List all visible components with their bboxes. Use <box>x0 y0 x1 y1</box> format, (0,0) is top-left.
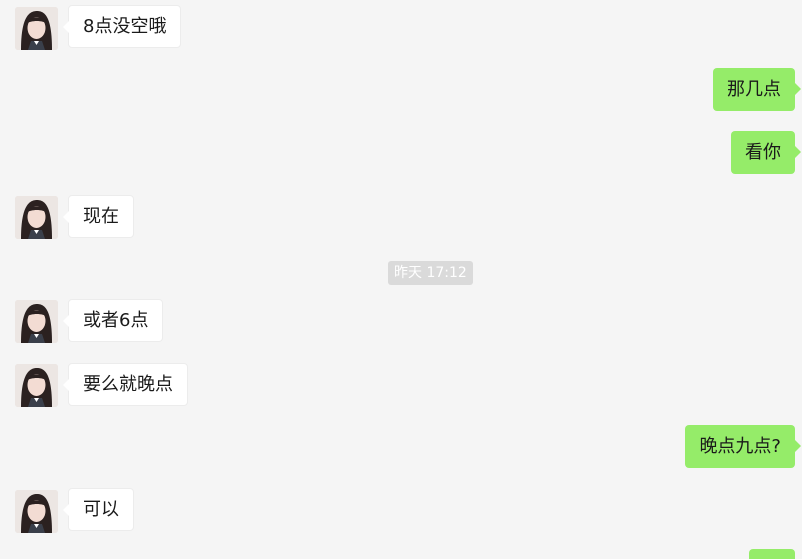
contact-avatar-icon[interactable] <box>15 196 58 239</box>
contact-avatar-icon[interactable] <box>15 7 58 50</box>
incoming-message-bubble[interactable]: 现在 <box>63 195 134 238</box>
outgoing-message-bubble-partial[interactable] <box>749 549 795 559</box>
contact-avatar-icon[interactable] <box>15 300 58 343</box>
outgoing-message-bubble[interactable]: 看你 <box>731 131 801 174</box>
incoming-message-bubble[interactable]: 可以 <box>63 488 134 531</box>
contact-avatar-icon[interactable] <box>15 364 58 407</box>
incoming-message-bubble[interactable]: 要么就晚点 <box>63 363 188 406</box>
incoming-message-bubble[interactable]: 8点没空哦 <box>62 5 182 48</box>
incoming-message-bubble[interactable]: 或者6点 <box>62 299 164 342</box>
timestamp-divider: 昨天 17:12 <box>388 261 473 285</box>
outgoing-message-bubble[interactable]: 晚点九点? <box>685 425 801 468</box>
outgoing-message-bubble[interactable]: 那几点 <box>713 68 801 111</box>
contact-avatar-icon[interactable] <box>15 490 58 533</box>
